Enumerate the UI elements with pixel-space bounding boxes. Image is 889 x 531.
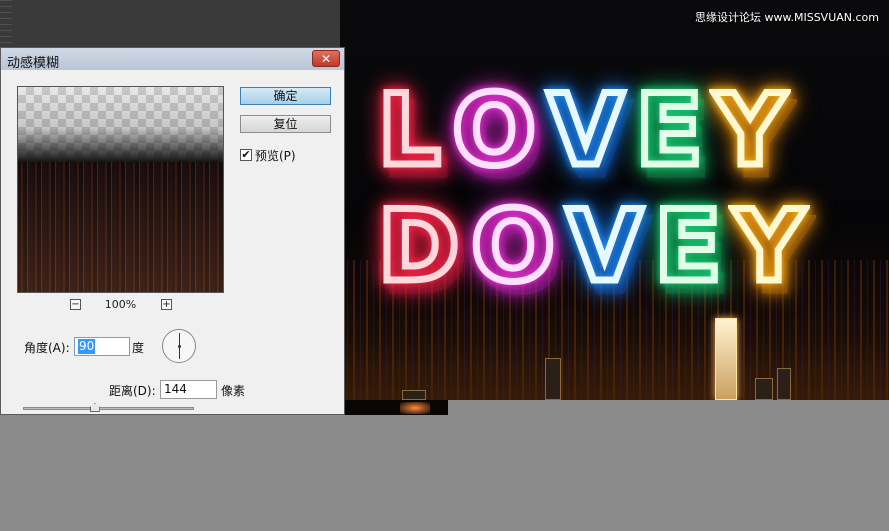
neon-letter: O <box>468 190 558 304</box>
dialog-title: 动感模糊 <box>7 56 60 71</box>
building <box>777 368 791 400</box>
preview-toggle[interactable]: ✔ 预览(P) <box>240 147 296 163</box>
preview-checkbox-label: 预览(P) <box>255 148 296 163</box>
preview-checkbox[interactable]: ✔ <box>240 149 252 161</box>
neon-letter: V <box>544 74 627 188</box>
distance-unit: 像素 <box>221 384 246 398</box>
neon-letter: Y <box>730 190 808 304</box>
document-canvas[interactable]: 思缘设计论坛 www.MISSVUAN.com L O V E Y D O V … <box>340 0 889 400</box>
checkmark-icon: ✔ <box>241 148 251 161</box>
motion-blur-dialog: 动感模糊 ✕ − 100% + 确定 复位 ✔ 预览(P) 角度(A): 90 … <box>0 47 345 415</box>
angle-value: 90 <box>78 339 96 354</box>
building <box>402 390 426 400</box>
watermark: 思缘设计论坛 www.MISSVUAN.com <box>695 11 879 24</box>
building <box>715 318 737 400</box>
angle-label: 角度(A): <box>24 341 70 355</box>
neon-letter: O <box>449 74 539 188</box>
neon-letter: E <box>632 74 706 188</box>
building <box>755 378 773 400</box>
dialog-titlebar[interactable]: 动感模糊 ✕ <box>1 48 344 71</box>
canvas-edge <box>340 400 448 415</box>
distance-label: 距离(D): <box>109 384 156 398</box>
reset-button[interactable]: 复位 <box>240 115 331 133</box>
angle-dial[interactable] <box>162 329 196 363</box>
zoom-controls: − 100% + <box>17 297 224 313</box>
distance-input[interactable]: 144 <box>160 380 217 399</box>
zoom-level: 100% <box>104 298 137 311</box>
preview-image <box>18 162 223 292</box>
neon-letter: V <box>563 190 646 304</box>
dial-hub <box>178 345 181 348</box>
neon-letter: L <box>374 74 444 188</box>
neon-letter: D <box>374 190 462 304</box>
close-icon: ✕ <box>320 52 332 66</box>
zoom-in-button[interactable]: + <box>161 299 172 310</box>
neon-letter: Y <box>711 74 789 188</box>
angle-input[interactable]: 90 <box>74 337 130 356</box>
ok-button[interactable]: 确定 <box>240 87 331 105</box>
distance-slider-thumb[interactable] <box>89 403 100 412</box>
close-button[interactable]: ✕ <box>312 50 340 67</box>
neon-line-2: D O V E Y <box>374 190 808 304</box>
angle-unit: 度 <box>132 341 145 355</box>
neon-letter: E <box>651 190 725 304</box>
city-skyline <box>340 318 889 400</box>
preview-fade <box>18 87 223 162</box>
building <box>545 358 561 400</box>
filter-preview[interactable] <box>17 86 224 293</box>
distance-slider-track[interactable] <box>23 407 194 410</box>
neon-line-1: L O V E Y <box>374 74 789 188</box>
